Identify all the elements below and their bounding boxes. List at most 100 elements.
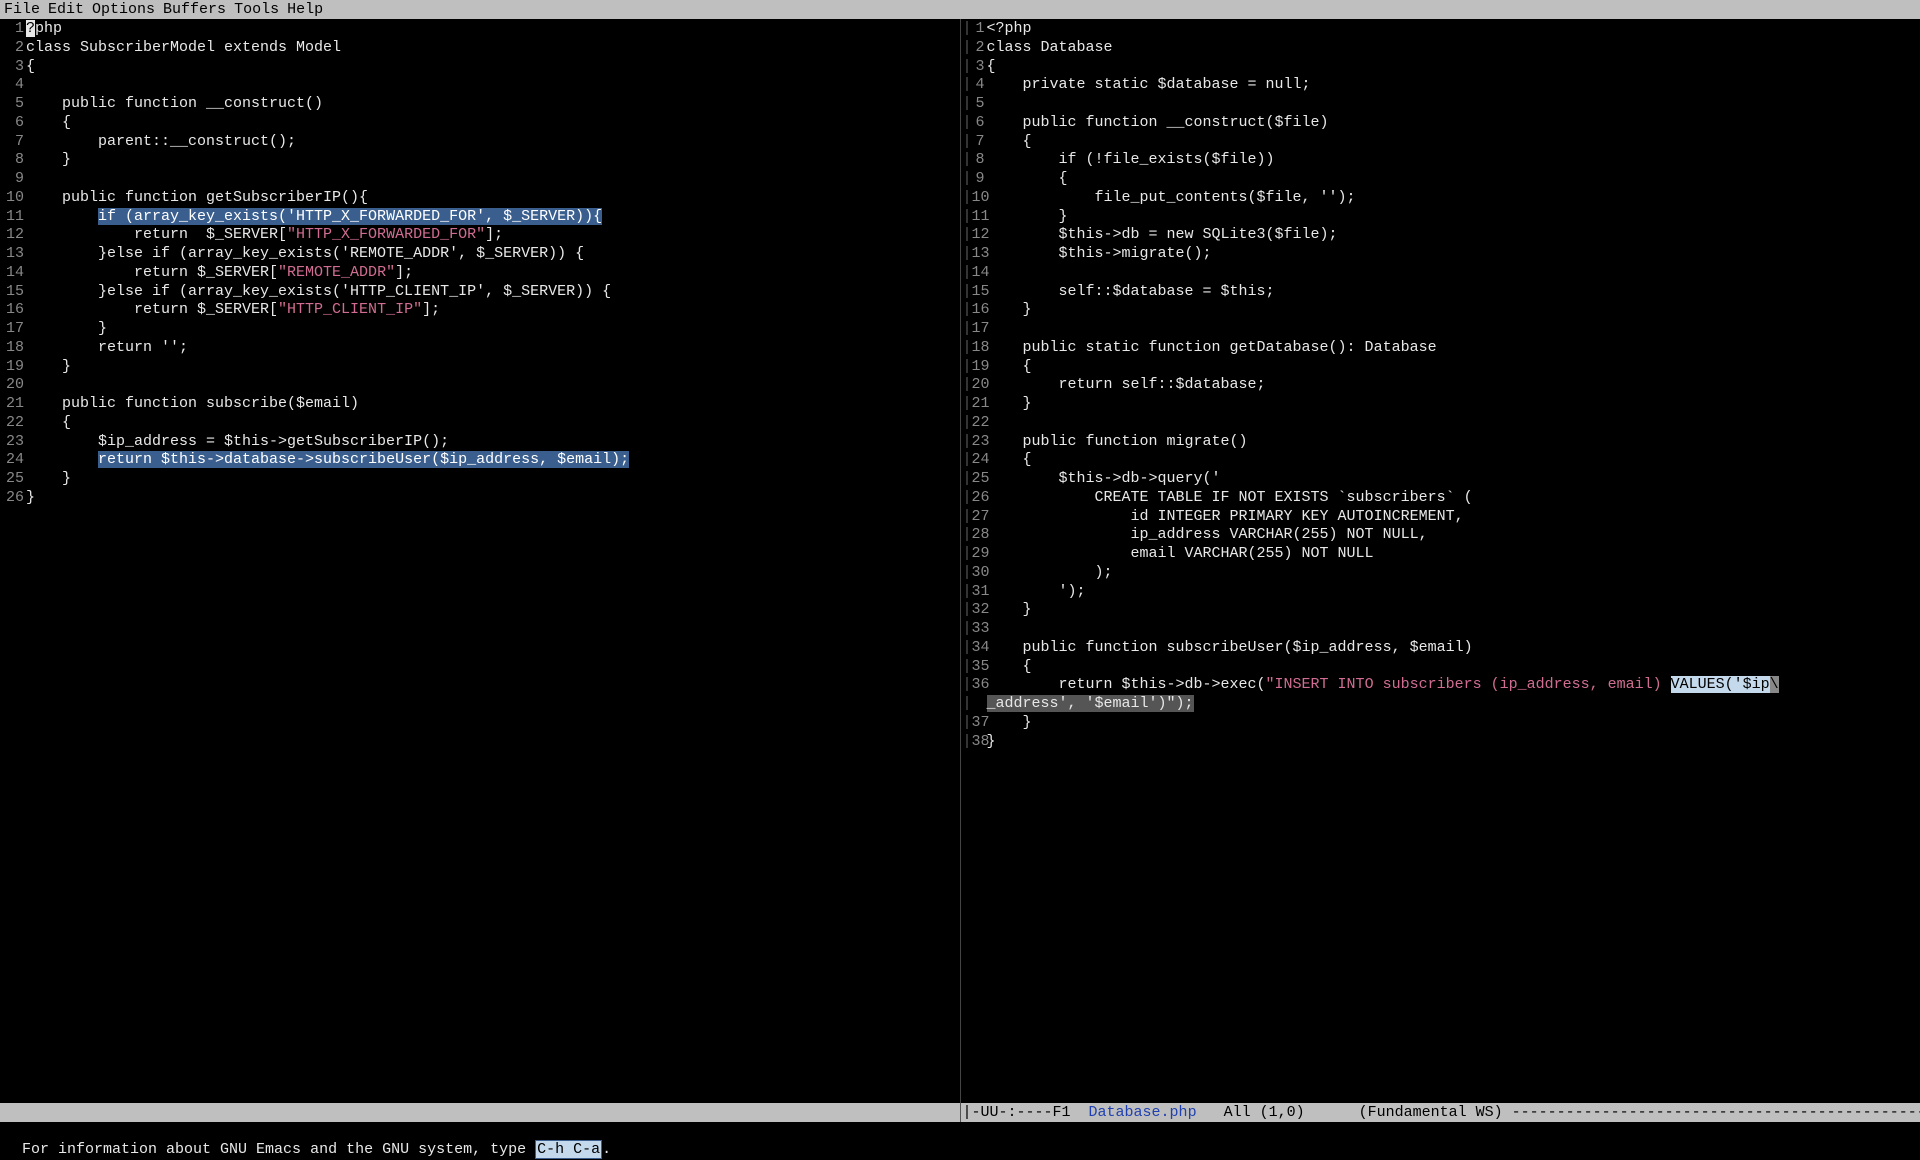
line-content[interactable]: public function subscribe($email) bbox=[26, 395, 359, 414]
line-content[interactable]: email VARCHAR(255) NOT NULL bbox=[987, 545, 1374, 564]
line-content[interactable]: return $_SERVER["HTTP_CLIENT_IP"]; bbox=[26, 301, 440, 320]
modeline-left[interactable]: -UU-:----F1 SubscriberModel.php All (1,0… bbox=[0, 1103, 961, 1122]
code-line[interactable]: 31 '); bbox=[961, 583, 1920, 602]
line-content[interactable]: self::$database = $this; bbox=[987, 283, 1275, 302]
line-content[interactable]: return self::$database; bbox=[987, 376, 1266, 395]
code-line[interactable]: 33 bbox=[961, 620, 1920, 639]
code-line[interactable]: 8 if (!file_exists($file)) bbox=[961, 151, 1920, 170]
code-line[interactable]: 15 }else if (array_key_exists('HTTP_CLIE… bbox=[0, 283, 960, 302]
code-line[interactable]: 11 if (array_key_exists('HTTP_X_FORWARDE… bbox=[0, 208, 960, 227]
code-line[interactable]: 12 $this->db = new SQLite3($file); bbox=[961, 226, 1920, 245]
code-line[interactable]: 37 } bbox=[961, 714, 1920, 733]
line-content[interactable]: class SubscriberModel extends Model bbox=[26, 39, 341, 58]
code-line[interactable]: 29 email VARCHAR(255) NOT NULL bbox=[961, 545, 1920, 564]
code-line[interactable]: 7 parent::__construct(); bbox=[0, 133, 960, 152]
line-content[interactable]: return $_SERVER["HTTP_X_FORWARDED_FOR"]; bbox=[26, 226, 503, 245]
code-line[interactable]: 4 bbox=[0, 76, 960, 95]
code-line[interactable]: 17 } bbox=[0, 320, 960, 339]
modeline-right[interactable]: |-UU-:----F1 Database.php All (1,0) (Fun… bbox=[961, 1103, 1920, 1122]
code-line[interactable]: 19 } bbox=[0, 358, 960, 377]
menu-options[interactable]: Options bbox=[92, 1, 155, 18]
line-content[interactable]: } bbox=[987, 395, 1032, 414]
code-line[interactable]: 24 return $this->database->subscribeUser… bbox=[0, 451, 960, 470]
code-line[interactable]: 20 return self::$database; bbox=[961, 376, 1920, 395]
line-content[interactable]: { bbox=[987, 451, 1032, 470]
code-line[interactable]: 25 } bbox=[0, 470, 960, 489]
code-line[interactable]: 30 ); bbox=[961, 564, 1920, 583]
line-content[interactable]: { bbox=[26, 414, 71, 433]
code-line[interactable]: 1<?php bbox=[961, 20, 1920, 39]
line-content[interactable]: id INTEGER PRIMARY KEY AUTOINCREMENT, bbox=[987, 508, 1464, 527]
code-line[interactable]: 6 { bbox=[0, 114, 960, 133]
code-line[interactable]: 20 bbox=[0, 376, 960, 395]
line-content[interactable]: public function getSubscriberIP(){ bbox=[26, 189, 368, 208]
menu-tools[interactable]: Tools bbox=[234, 1, 279, 18]
line-content[interactable]: return $_SERVER["REMOTE_ADDR"]; bbox=[26, 264, 413, 283]
code-line[interactable]: 18 return ''; bbox=[0, 339, 960, 358]
code-line[interactable]: 4 private static $database = null; bbox=[961, 76, 1920, 95]
line-content[interactable]: } bbox=[26, 489, 35, 508]
code-line[interactable]: 32 } bbox=[961, 601, 1920, 620]
code-line[interactable]: 24 { bbox=[961, 451, 1920, 470]
line-content[interactable]: _address', '$email')"); bbox=[987, 695, 1194, 714]
code-line[interactable]: 35 { bbox=[961, 658, 1920, 677]
line-content[interactable]: ); bbox=[987, 564, 1113, 583]
code-line[interactable]: 3{ bbox=[0, 58, 960, 77]
code-line[interactable]: 27 id INTEGER PRIMARY KEY AUTOINCREMENT, bbox=[961, 508, 1920, 527]
line-content[interactable]: $this->migrate(); bbox=[987, 245, 1212, 264]
code-line[interactable]: 18 public static function getDatabase():… bbox=[961, 339, 1920, 358]
code-line[interactable]: 19 { bbox=[961, 358, 1920, 377]
line-content[interactable]: }else if (array_key_exists('REMOTE_ADDR'… bbox=[26, 245, 584, 264]
code-line[interactable]: 15 self::$database = $this; bbox=[961, 283, 1920, 302]
line-content[interactable]: return $this->database->subscribeUser($i… bbox=[26, 451, 629, 470]
code-line[interactable]: 22 bbox=[961, 414, 1920, 433]
line-content[interactable]: } bbox=[26, 470, 71, 489]
code-line[interactable]: 7 { bbox=[961, 133, 1920, 152]
menubar[interactable]: FileEditOptionsBuffersToolsHelp bbox=[0, 0, 1920, 19]
line-content[interactable]: return ''; bbox=[26, 339, 188, 358]
code-line[interactable]: 3{ bbox=[961, 58, 1920, 77]
left-pane[interactable]: 1?php2class SubscriberModel extends Mode… bbox=[0, 19, 961, 1103]
code-line[interactable]: 17 bbox=[961, 320, 1920, 339]
code-line[interactable]: 34 public function subscribeUser($ip_add… bbox=[961, 639, 1920, 658]
code-line[interactable]: 16 return $_SERVER["HTTP_CLIENT_IP"]; bbox=[0, 301, 960, 320]
line-content[interactable]: }else if (array_key_exists('HTTP_CLIENT_… bbox=[26, 283, 611, 302]
code-line[interactable]: 26 CREATE TABLE IF NOT EXISTS `subscribe… bbox=[961, 489, 1920, 508]
line-content[interactable]: <?php bbox=[987, 20, 1032, 39]
code-line[interactable]: 26} bbox=[0, 489, 960, 508]
line-content[interactable]: { bbox=[987, 358, 1032, 377]
code-line[interactable]: 28 ip_address VARCHAR(255) NOT NULL, bbox=[961, 526, 1920, 545]
code-line[interactable]: 9 { bbox=[961, 170, 1920, 189]
code-line[interactable]: 16 } bbox=[961, 301, 1920, 320]
line-content[interactable]: if (array_key_exists('HTTP_X_FORWARDED_F… bbox=[26, 208, 602, 227]
code-line[interactable]: 5 public function __construct() bbox=[0, 95, 960, 114]
code-line[interactable]: 21 public function subscribe($email) bbox=[0, 395, 960, 414]
code-line[interactable]: 14 return $_SERVER["REMOTE_ADDR"]; bbox=[0, 264, 960, 283]
code-line[interactable]: 6 public function __construct($file) bbox=[961, 114, 1920, 133]
line-content[interactable]: { bbox=[987, 658, 1032, 677]
minibuffer[interactable]: For information about GNU Emacs and the … bbox=[0, 1122, 1920, 1142]
code-line[interactable]: 22 { bbox=[0, 414, 960, 433]
left-code[interactable]: 1?php2class SubscriberModel extends Mode… bbox=[0, 19, 960, 1103]
line-content[interactable]: '); bbox=[987, 583, 1086, 602]
line-content[interactable]: public static function getDatabase(): Da… bbox=[987, 339, 1437, 358]
line-content[interactable]: { bbox=[26, 114, 71, 133]
line-content[interactable]: $this->db->query(' bbox=[987, 470, 1221, 489]
code-line[interactable]: 2class Database bbox=[961, 39, 1920, 58]
line-content[interactable]: $this->db = new SQLite3($file); bbox=[987, 226, 1338, 245]
line-content[interactable]: } bbox=[26, 358, 71, 377]
line-content[interactable]: } bbox=[987, 301, 1032, 320]
line-content[interactable]: { bbox=[987, 170, 1068, 189]
code-line[interactable]: 36 return $this->db->exec("INSERT INTO s… bbox=[961, 676, 1920, 695]
line-content[interactable]: } bbox=[26, 320, 107, 339]
line-content[interactable]: $ip_address = $this->getSubscriberIP(); bbox=[26, 433, 449, 452]
menu-help[interactable]: Help bbox=[287, 1, 323, 18]
code-line[interactable]: 5 bbox=[961, 95, 1920, 114]
line-content[interactable]: public function __construct() bbox=[26, 95, 323, 114]
code-line[interactable]: 2class SubscriberModel extends Model bbox=[0, 39, 960, 58]
code-line[interactable]: 23 public function migrate() bbox=[961, 433, 1920, 452]
line-content[interactable]: } bbox=[987, 208, 1068, 227]
line-content[interactable]: } bbox=[987, 601, 1032, 620]
line-content[interactable]: ip_address VARCHAR(255) NOT NULL, bbox=[987, 526, 1428, 545]
line-content[interactable]: return $this->db->exec("INSERT INTO subs… bbox=[987, 676, 1779, 695]
